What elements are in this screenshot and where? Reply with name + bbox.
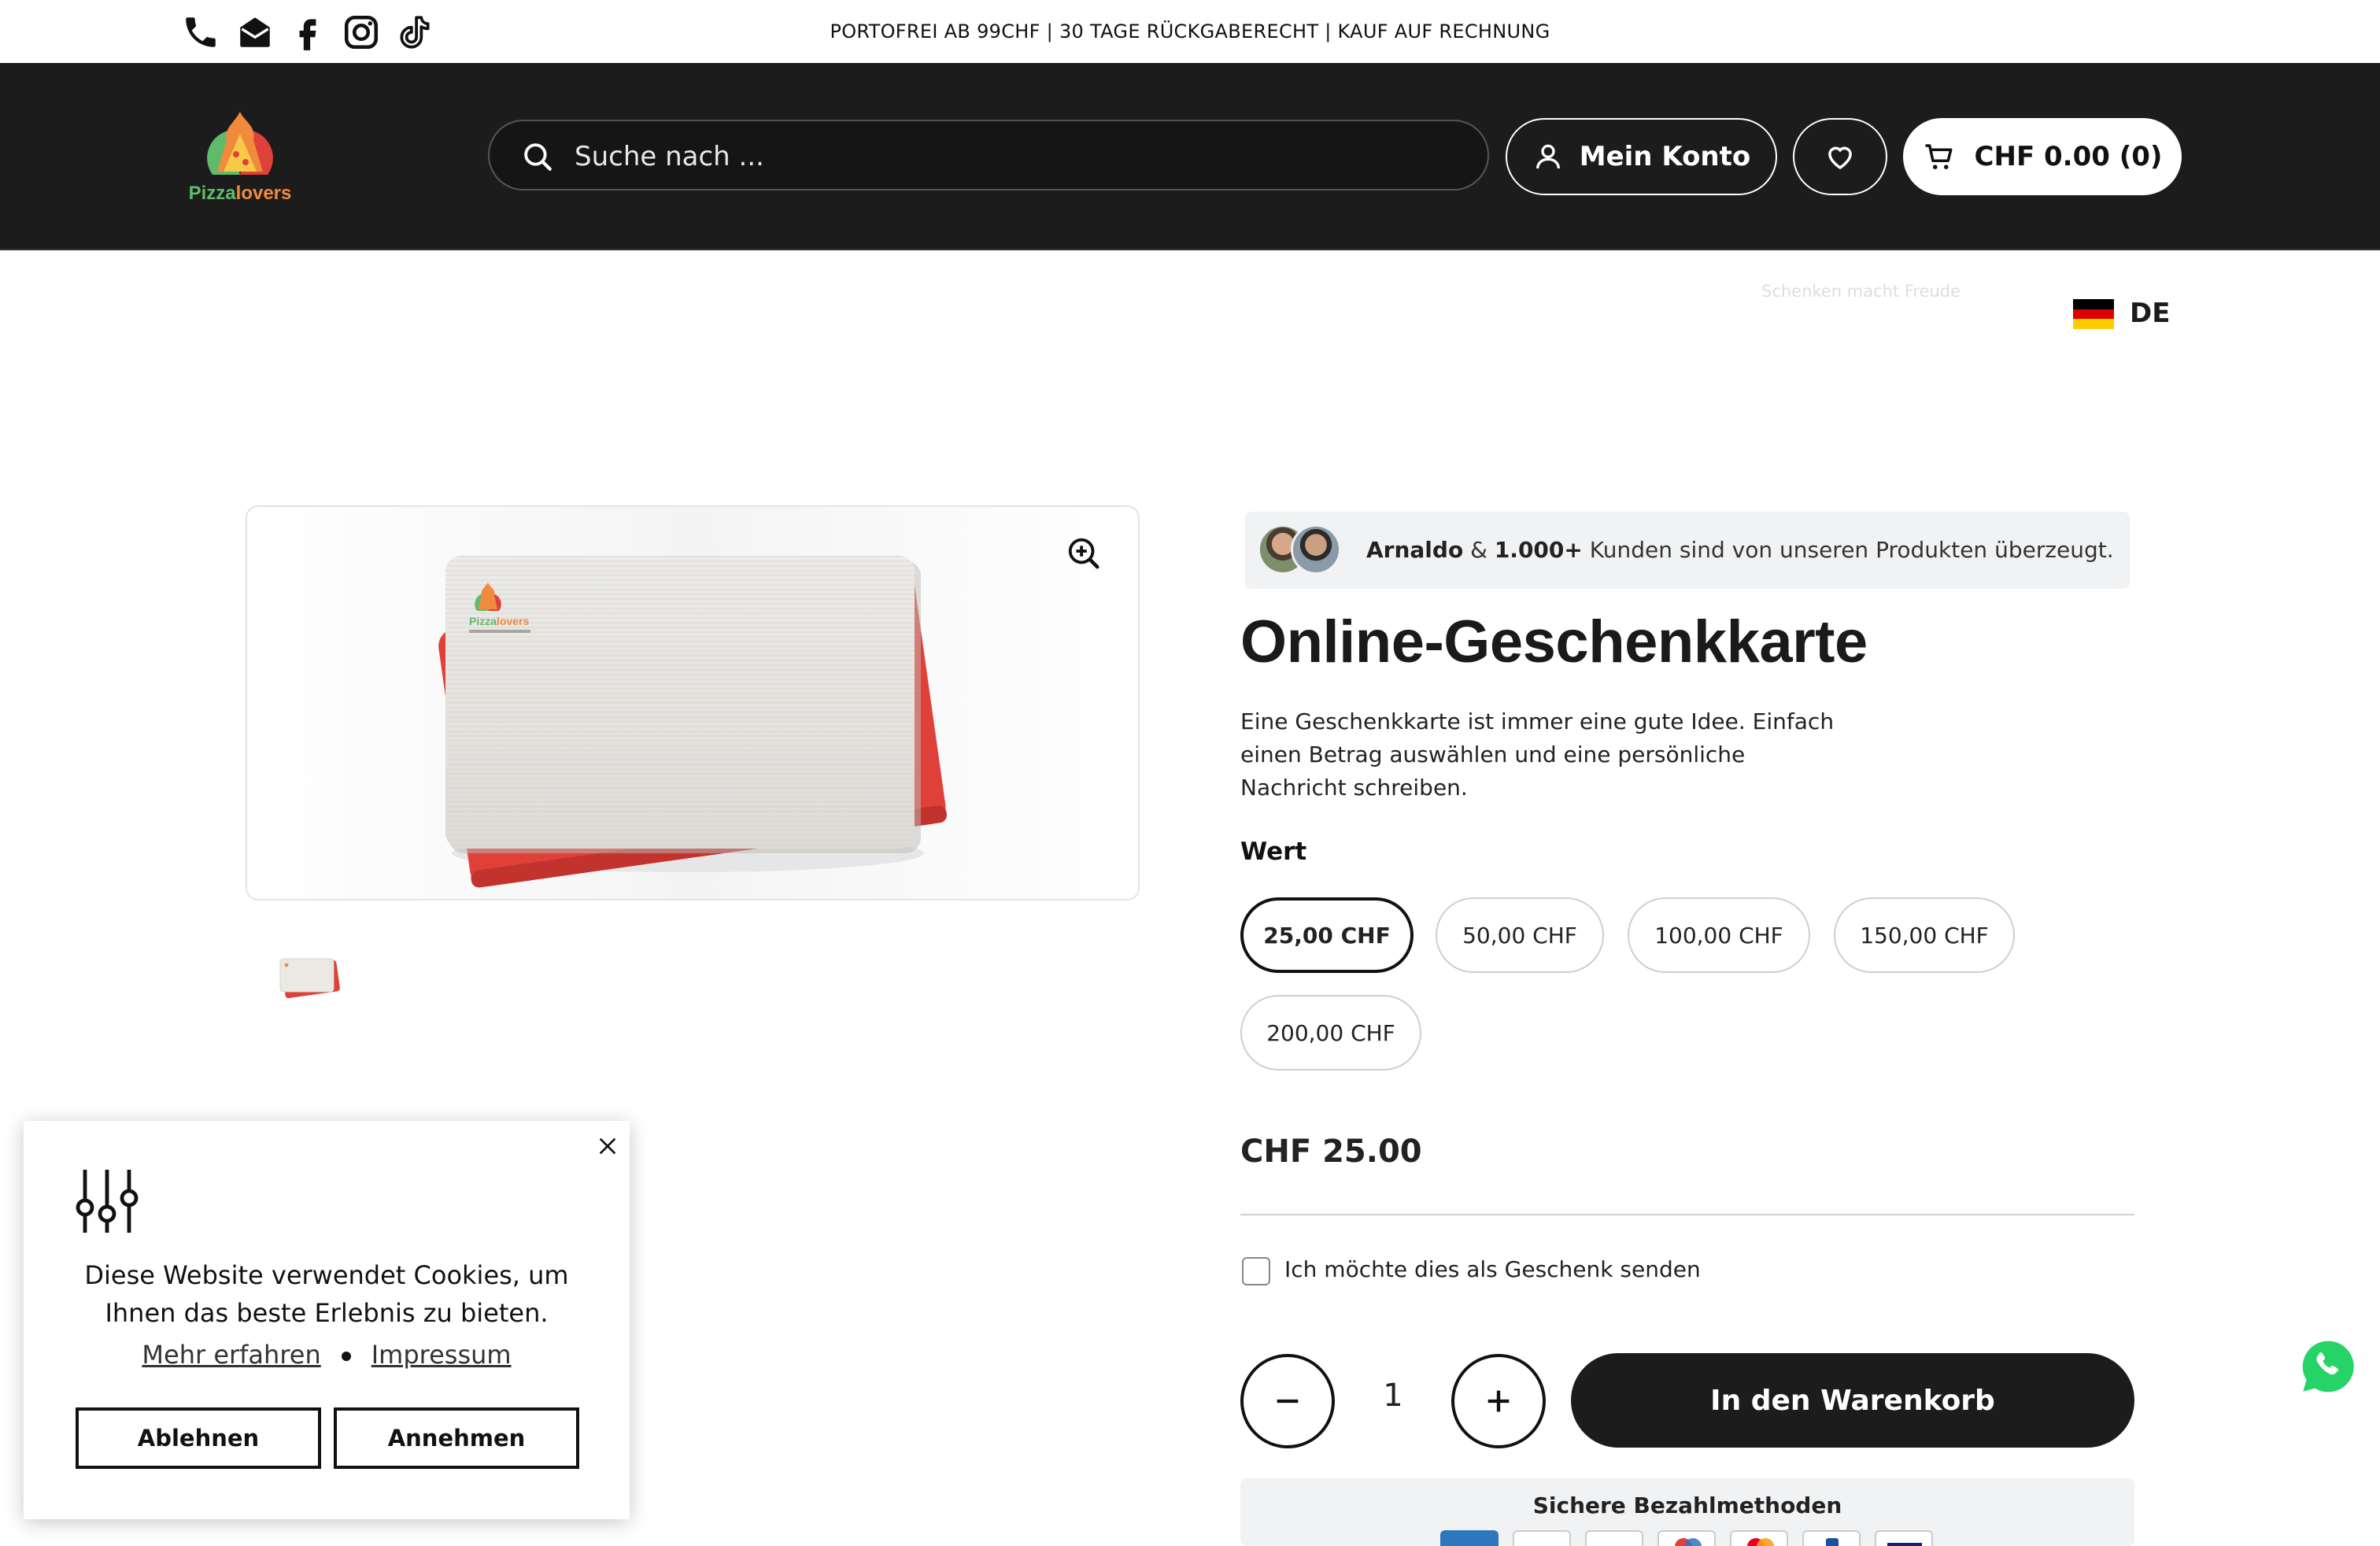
accept-button[interactable]: Annehmen xyxy=(334,1407,579,1469)
sliders-icon xyxy=(76,1170,139,1233)
site-logo[interactable]: Pizzalovers xyxy=(181,107,299,205)
minus-icon xyxy=(1277,1399,1299,1404)
visa-icon xyxy=(1875,1530,1933,1546)
quantity-value[interactable]: 1 xyxy=(1354,1378,1432,1414)
phone-icon[interactable] xyxy=(181,13,220,52)
nav-item-sortiment[interactable]: Sortiment xyxy=(183,298,368,329)
divider xyxy=(1240,1214,2134,1215)
account-label: Mein Konto xyxy=(1579,141,1751,172)
product-thumbnail[interactable] xyxy=(271,948,349,1003)
imprint-link[interactable]: Impressum xyxy=(371,1340,512,1370)
whatsapp-icon[interactable] xyxy=(2297,1335,2360,1398)
nav-label: Magazin xyxy=(1354,298,1480,329)
nav-label: Pizza Zutaten xyxy=(607,298,814,329)
cart-button[interactable]: CHF 0.00 (0) xyxy=(1903,118,2182,195)
product-title: Online-Geschenkkarte xyxy=(1240,608,1868,675)
decline-button[interactable]: Ablehnen xyxy=(76,1407,321,1469)
giftcard-link[interactable]: Geschenkkarte xyxy=(1761,309,1987,340)
nav-label: Pizzaöfen xyxy=(416,298,562,329)
value-option-50[interactable]: 50,00 CHF xyxy=(1436,897,1604,973)
nav-item-pizza-zubehoer[interactable]: Pizza Zubehör xyxy=(850,298,1064,329)
quantity-decrease-button[interactable] xyxy=(1240,1354,1335,1448)
search-bar[interactable] xyxy=(488,120,1489,190)
german-flag-icon[interactable] xyxy=(2073,299,2114,329)
payment-methods-title: Sichere Bezahlmethoden xyxy=(1532,1492,1842,1518)
gift-checkbox[interactable] xyxy=(1242,1257,1270,1285)
language-selector[interactable]: DE xyxy=(2130,298,2170,329)
cart-total: CHF 0.00 (0) xyxy=(1974,141,2163,172)
account-button[interactable]: Mein Konto xyxy=(1506,118,1777,195)
announcement-bar: PORTOFREI AB 99CHF | 30 TAGE RÜCKGABEREC… xyxy=(0,0,2380,63)
payment-methods: Sichere Bezahlmethoden xyxy=(1240,1478,2134,1546)
nav-label: Sortiment xyxy=(183,298,334,329)
amex-icon xyxy=(1440,1530,1499,1546)
add-to-cart-button[interactable]: In den Warenkorb xyxy=(1571,1353,2134,1448)
close-icon[interactable] xyxy=(595,1134,620,1159)
nav-label: Knetmaschine xyxy=(1099,298,1314,329)
separator-dot xyxy=(341,1352,351,1361)
card-logo-text: Pizzalovers xyxy=(469,615,529,627)
value-option-150[interactable]: 150,00 CHF xyxy=(1834,897,2015,973)
value-option-100[interactable]: 100,00 CHF xyxy=(1628,897,1810,973)
giftcard-subtitle[interactable]: Schenken macht Freude xyxy=(1761,282,1961,301)
user-icon xyxy=(1536,144,1560,169)
wishlist-button[interactable] xyxy=(1793,118,1887,195)
plus-icon xyxy=(1488,1390,1510,1412)
nav-item-pizzaoefen[interactable]: Pizzaöfen xyxy=(416,298,562,329)
nav-item-knetmaschine[interactable]: Knetmaschine xyxy=(1099,298,1314,329)
nav-item-pizza-zutaten[interactable]: Pizza Zutaten xyxy=(607,298,814,329)
cookie-message: Diese Website verwendet Cookies, um Ihne… xyxy=(84,1260,569,1328)
learn-more-link[interactable]: Mehr erfahren xyxy=(142,1340,320,1370)
cookie-links: Mehr erfahren Impressum xyxy=(24,1340,630,1370)
search-input[interactable] xyxy=(573,135,1439,178)
site-header: Pizzalovers Mein Konto CHF 0.00 (0) Sort… xyxy=(0,63,2380,329)
social-proof-banner: Arnaldo & 1.000+ Kunden sind von unseren… xyxy=(1245,512,2130,589)
value-option-200[interactable]: 200,00 CHF xyxy=(1240,995,1421,1071)
gift-checkbox-label[interactable]: Ich möchte dies als Geschenk senden xyxy=(1284,1256,1701,1282)
quantity-increase-button[interactable] xyxy=(1451,1354,1546,1448)
gift-card-illustration: Pizzalovers xyxy=(247,507,1138,899)
product-image[interactable]: Pizzalovers xyxy=(246,505,1140,901)
nav-item-magazin[interactable]: Magazin xyxy=(1354,298,1514,329)
customer-avatar xyxy=(1291,524,1341,575)
heart-icon xyxy=(1828,146,1852,170)
chevron-down-icon xyxy=(350,309,365,318)
product-description: Eine Geschenkkarte ist immer eine gute I… xyxy=(1240,708,1835,801)
social-proof-text: Arnaldo & 1.000+ Kunden sind von unseren… xyxy=(1366,537,2114,563)
nav-label: Pizza Zubehör xyxy=(850,298,1064,329)
chevron-down-icon xyxy=(1496,309,1511,318)
facebook-icon[interactable] xyxy=(288,13,327,52)
cart-icon xyxy=(1925,144,1952,169)
zoom-in-icon[interactable] xyxy=(1066,535,1102,571)
instagram-icon[interactable] xyxy=(342,13,381,52)
pizza-flame-logo-icon xyxy=(207,112,273,175)
maestro-icon xyxy=(1658,1530,1716,1546)
tiktok-icon[interactable] xyxy=(395,13,434,52)
search-icon xyxy=(524,143,552,171)
google-pay-icon xyxy=(1585,1530,1643,1546)
cookie-banner: Diese Website verwendet Cookies, um Ihne… xyxy=(24,1121,630,1519)
mail-icon[interactable] xyxy=(235,13,275,52)
paypal-icon xyxy=(1802,1530,1861,1546)
gift-icon[interactable] xyxy=(1681,283,1738,346)
mastercard-icon xyxy=(1730,1530,1788,1546)
product-price: CHF 25.00 xyxy=(1240,1134,1422,1170)
apple-pay-icon xyxy=(1513,1530,1571,1546)
value-label: Wert xyxy=(1240,838,1307,866)
value-option-25[interactable]: 25,00 CHF xyxy=(1240,897,1414,973)
logo-wordmark: Pizzalovers xyxy=(188,183,292,204)
